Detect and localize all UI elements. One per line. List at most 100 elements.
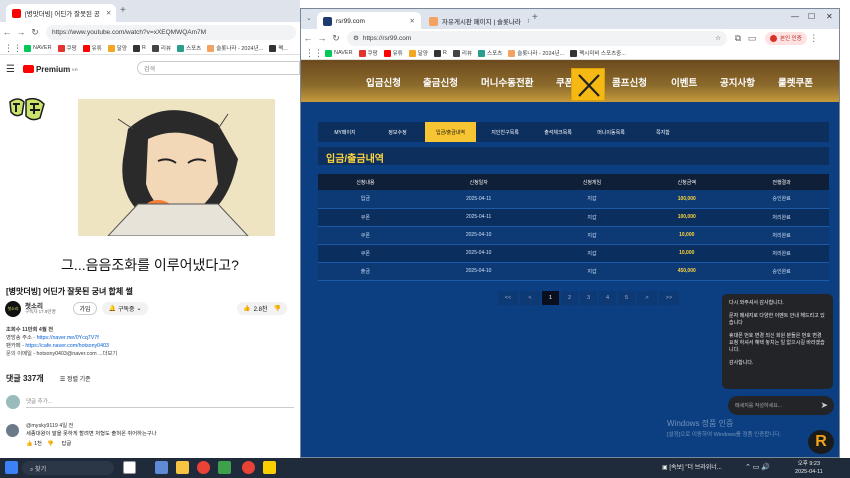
new-tab-button[interactable]: +	[532, 12, 538, 23]
forward-icon[interactable]: →	[315, 33, 329, 43]
new-tab-button[interactable]: +	[120, 5, 126, 16]
address-bar[interactable]: ⚙ https://rsr99.com ☆	[347, 30, 727, 46]
subtab-mypage[interactable]: MY페이지	[318, 122, 372, 142]
description-link-1[interactable]: https://naver.me/0Ycq7V7f	[37, 335, 99, 341]
app-icon-2[interactable]	[218, 461, 231, 474]
menu-withdraw[interactable]: 출금신청	[423, 75, 458, 89]
subtab-friends[interactable]: 지인친구목록	[478, 122, 532, 142]
forward-icon[interactable]: →	[14, 27, 28, 37]
tab-search-icon[interactable]: ⌄	[306, 14, 312, 22]
profile-button[interactable]: 본인 인증	[765, 31, 807, 45]
subtab-messages[interactable]: 쪽지함	[638, 122, 688, 142]
site-r-logo[interactable]: R	[808, 430, 834, 454]
comment-input[interactable]: 댓글 추가...	[26, 397, 294, 408]
youtube-search-input[interactable]: 검색	[137, 61, 300, 75]
extensions-icon[interactable]: ⧉	[731, 33, 745, 44]
subtab-money-move[interactable]: 머니이동목록	[584, 122, 638, 142]
comment-dislike-icon[interactable]: 👎	[47, 441, 54, 447]
maximize-icon[interactable]: ☐	[808, 12, 815, 21]
page-5-button[interactable]: 5	[618, 291, 635, 305]
bookmark-slotnara[interactable]: 슬롯나라 - 2024년...	[207, 44, 263, 52]
bookmark-youtube[interactable]: 유튜	[82, 44, 102, 52]
video-player[interactable]	[78, 99, 275, 237]
bookmark-dalyang[interactable]: 달양	[107, 44, 127, 52]
menu-notice[interactable]: 공지사항	[720, 75, 755, 89]
windows-start-icon[interactable]	[5, 461, 18, 474]
site-info-icon[interactable]: ⚙	[353, 34, 359, 42]
bookmark-r[interactable]: R	[433, 49, 447, 57]
bookmark-sports[interactable]: 스포츠	[478, 49, 502, 57]
bookmark-youtube[interactable]: 유튜	[383, 49, 403, 57]
menu-roulette-coupon[interactable]: 룰렛쿠폰	[778, 75, 813, 89]
back-icon[interactable]: ←	[301, 33, 315, 43]
page-2-button[interactable]: 2	[561, 291, 578, 305]
video-description[interactable]: 조회수 11만회 4월 전 영방송 주소 - https://naver.me/…	[6, 326, 296, 362]
youtube-logo[interactable]: Premium KR	[22, 65, 78, 74]
clock[interactable]: 오후 9:23 2025-04-11	[795, 460, 823, 476]
bookmark-r[interactable]: R	[132, 44, 146, 52]
minimize-icon[interactable]: —	[791, 12, 799, 21]
bookmark-review[interactable]: 리뷰	[452, 49, 472, 57]
menu-event[interactable]: 이벤트	[671, 75, 697, 89]
commenter-avatar[interactable]	[6, 424, 19, 437]
kakaotalk-icon[interactable]	[263, 461, 276, 474]
subtab-attendance[interactable]: 출석체크목록	[532, 122, 584, 142]
comment-like-icon[interactable]: 👍	[26, 441, 33, 447]
subtab-deposit-withdraw-history[interactable]: 입금/출금내역	[425, 122, 476, 142]
page-next-button[interactable]: >	[637, 291, 657, 305]
rsr99-tab[interactable]: rsr99.com ✕	[317, 12, 421, 30]
reply-button[interactable]: 답글	[62, 441, 72, 447]
subtab-edit-info[interactable]: 정보수정	[372, 122, 423, 142]
sidebar-icon[interactable]: ▭	[745, 33, 759, 44]
page-3-button[interactable]: 3	[580, 291, 597, 305]
close-tab-icon[interactable]: ✕	[521, 17, 529, 25]
star-icon[interactable]: ☆	[715, 34, 721, 42]
bookmark-dalyang[interactable]: 달양	[408, 49, 428, 57]
menu-deposit[interactable]: 입금신청	[366, 75, 401, 89]
chat-input[interactable]: 메세지를 작성하세요... ➤	[728, 396, 834, 415]
bookmark-sports[interactable]: 스포츠	[177, 44, 201, 52]
chrome-icon[interactable]	[197, 461, 210, 474]
menu-money-transfer[interactable]: 머니수동전환	[481, 75, 533, 89]
taskbar-search[interactable]: ⌕ 찾기	[22, 461, 114, 475]
bookmark-pacsimibi[interactable]: 팩시미비 스포츠중...	[570, 49, 626, 57]
page-last-button[interactable]: >>	[659, 291, 679, 305]
like-dislike-button[interactable]: 👍 2.8천 👎	[237, 302, 287, 315]
description-link-2[interactable]: https://cafe.naver.com/hotsony0403	[25, 343, 109, 349]
close-overlay-button[interactable]	[571, 68, 605, 101]
bookmark-review[interactable]: 리뷰	[151, 44, 171, 52]
system-tray-icons[interactable]: ⌃ ▭ 🔊	[745, 463, 770, 471]
apps-icon[interactable]: ⋮⋮	[305, 48, 323, 59]
file-explorer-icon[interactable]	[176, 461, 189, 474]
bookmark-pack[interactable]: 팩...	[269, 44, 288, 52]
close-tab-icon[interactable]: ✕	[404, 17, 415, 25]
chrome-icon-2[interactable]	[242, 461, 255, 474]
address-bar[interactable]: https://www.youtube.com/watch?v=xXEQMWQA…	[46, 24, 296, 40]
join-button[interactable]: 가입	[73, 302, 97, 315]
close-window-icon[interactable]: ✕	[826, 12, 833, 21]
bookmark-naver[interactable]: NAVER	[24, 44, 52, 52]
bookmark-naver[interactable]: NAVER	[325, 49, 353, 57]
back-icon[interactable]: ←	[0, 27, 14, 37]
send-icon[interactable]: ➤	[820, 400, 828, 411]
page-first-button[interactable]: <<	[498, 291, 518, 305]
board-tab[interactable]: 자유게시판 페이지 | 슬롯나라 ✕	[423, 12, 529, 30]
menu-icon[interactable]: ☰	[6, 64, 15, 75]
app-icon-1[interactable]	[155, 461, 168, 474]
page-1-button[interactable]: 1	[542, 291, 559, 305]
page-4-button[interactable]: 4	[599, 291, 616, 305]
subscribe-button[interactable]: 🔔 구독중 ⌄	[102, 302, 148, 315]
close-tab-icon[interactable]: ✕	[100, 9, 111, 17]
menu-comp[interactable]: 콤프신청	[612, 75, 647, 89]
more-menu-icon[interactable]: ⋮	[807, 33, 821, 44]
reload-icon[interactable]: ↻	[329, 33, 343, 44]
bookmark-coupang[interactable]: 쿠팡	[358, 49, 378, 57]
bookmark-slotnara[interactable]: 슬롯나라 - 2024년...	[508, 49, 564, 57]
youtube-tab[interactable]: [병맛더빙] 어딘가 잘못된 공 ✕	[6, 4, 116, 22]
news-ticker[interactable]: ▣ [속보] "더 브라위너...	[662, 462, 722, 471]
page-prev-button[interactable]: <	[520, 291, 540, 305]
sort-button[interactable]: ☰ 정렬 기준	[60, 377, 91, 383]
reload-icon[interactable]: ↻	[28, 27, 42, 38]
korea-flag-icon[interactable]	[123, 461, 136, 474]
channel-avatar[interactable]: 첫소리	[5, 301, 21, 317]
